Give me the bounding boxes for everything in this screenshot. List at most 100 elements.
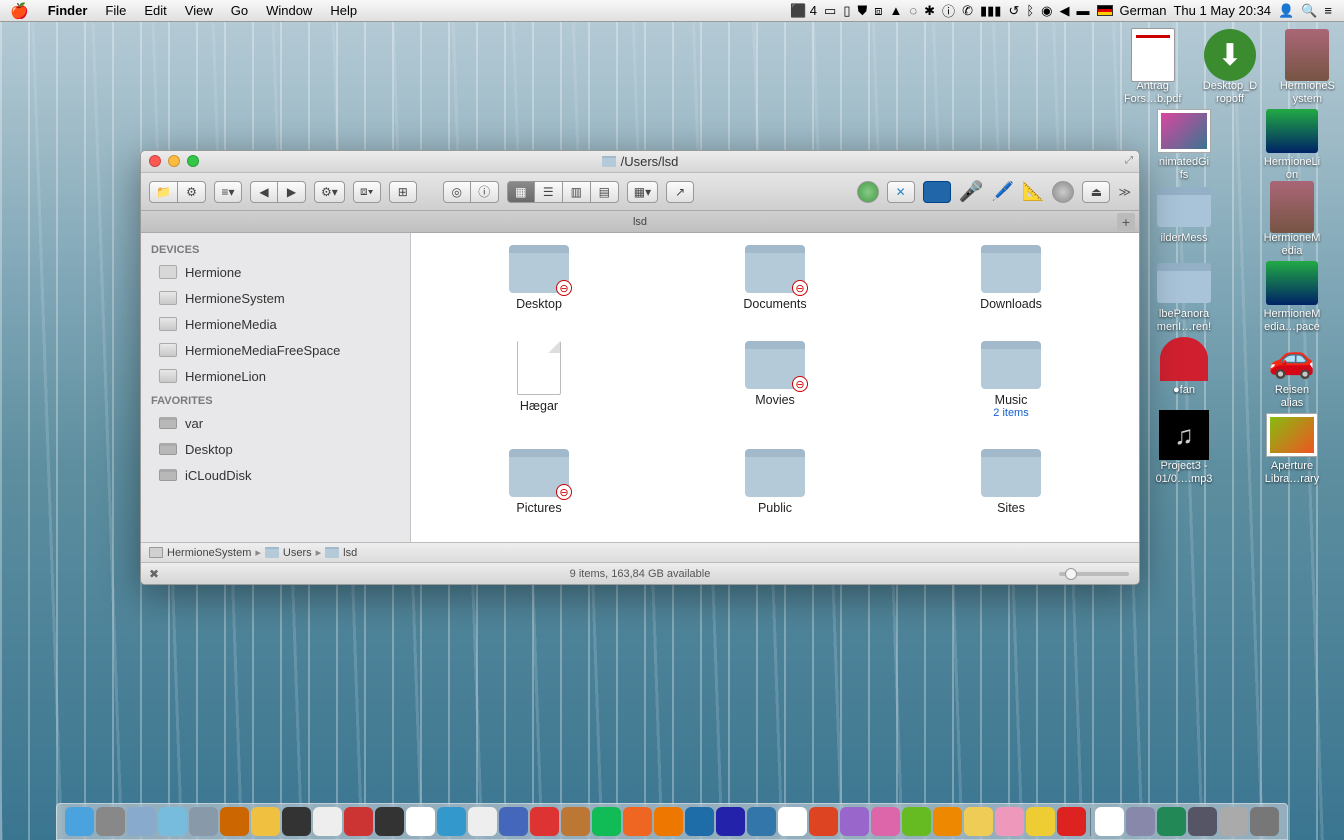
volume-icon[interactable]: ◀ — [1060, 3, 1070, 19]
folder-item[interactable]: Desktop — [474, 245, 604, 311]
list-view-button[interactable]: ☰ — [535, 181, 563, 203]
dock-item[interactable] — [530, 807, 559, 836]
back-button[interactable]: ◀ — [250, 181, 278, 203]
dock-item[interactable] — [1057, 807, 1086, 836]
dock-item[interactable] — [220, 807, 249, 836]
apple-menu[interactable]: 🍎 — [10, 2, 29, 20]
desktop-item[interactable]: AntragFors…b.pdf — [1120, 30, 1185, 106]
folder-item[interactable]: Pictures — [474, 449, 604, 515]
dock-item[interactable] — [96, 807, 125, 836]
path-segment[interactable]: lsd — [325, 547, 357, 559]
coverflow-view-button[interactable]: ▤ — [591, 181, 619, 203]
dock-item[interactable] — [282, 807, 311, 836]
sync-icon[interactable]: ✱ — [924, 3, 935, 19]
desktop-item[interactable]: HermioneLion — [1244, 106, 1340, 182]
smart-folder-button[interactable]: ⚙︎ — [178, 181, 206, 203]
dock-item[interactable] — [189, 807, 218, 836]
desktop-item[interactable]: ApertureLibra…rary — [1244, 410, 1340, 486]
menu-help[interactable]: Help — [321, 3, 366, 18]
folder-content[interactable]: DesktopDocumentsDownloadsHægarMoviesMusi… — [411, 233, 1139, 542]
display-icon[interactable]: ▭ — [824, 3, 836, 19]
dock-item[interactable] — [375, 807, 404, 836]
wifi-icon[interactable]: ◉ — [1041, 3, 1052, 19]
desktop-item[interactable]: ilderMess — [1136, 182, 1232, 258]
dropbox-icon[interactable]: ⧈ — [874, 3, 882, 19]
desktop-item[interactable]: ●fan — [1136, 334, 1232, 410]
dock-item[interactable] — [468, 807, 497, 836]
clock[interactable]: Thu 1 May 20:34 — [1173, 3, 1271, 18]
dock-item[interactable] — [871, 807, 900, 836]
sidebar-item[interactable]: HermioneSystem — [141, 285, 410, 311]
toolbar-overflow[interactable]: ≫ — [1118, 185, 1131, 199]
forward-button[interactable]: ▶ — [278, 181, 306, 203]
folder-item[interactable]: Hægar — [474, 341, 604, 419]
dock-item[interactable] — [437, 807, 466, 836]
menu-file[interactable]: File — [96, 3, 135, 18]
dock-item[interactable] — [1157, 807, 1186, 836]
info-icon[interactable]: ⓘ — [942, 1, 955, 20]
dropbox-button[interactable]: ⧈▾ — [353, 181, 381, 203]
tool-burn[interactable] — [1052, 181, 1074, 203]
path-button[interactable]: ≡▾ — [214, 181, 242, 203]
tool-eject[interactable]: ⏏ — [1082, 181, 1110, 203]
device-icon[interactable]: ▯ — [843, 3, 850, 19]
app-menu[interactable]: Finder — [39, 3, 97, 18]
folder-item[interactable]: Sites — [946, 449, 1076, 515]
dock-item[interactable] — [1095, 807, 1124, 836]
sidebar-item[interactable]: iCLoudDisk — [141, 462, 410, 488]
sidebar-item[interactable]: Hermione — [141, 259, 410, 285]
tool-display[interactable] — [923, 181, 951, 203]
chat-icon[interactable]: ◌ — [909, 3, 917, 18]
desktop-item[interactable]: HermioneSystem — [1275, 30, 1340, 106]
dock-item[interactable] — [623, 807, 652, 836]
phone-icon[interactable]: ✆ — [962, 3, 973, 19]
user-icon[interactable]: 👤 — [1278, 3, 1294, 19]
timemachine-icon[interactable]: ↺ — [1008, 3, 1019, 19]
sidebar-item[interactable]: Desktop — [141, 436, 410, 462]
info-button[interactable]: ⓘ — [471, 181, 499, 203]
dock-item[interactable] — [406, 807, 435, 836]
dock-item[interactable] — [933, 807, 962, 836]
sidebar-item[interactable]: HermioneMedia — [141, 311, 410, 337]
zoom-slider[interactable] — [1059, 572, 1129, 576]
desktop-item[interactable]: ♫Project3 -01/0….mp3 — [1136, 410, 1232, 486]
dock-item[interactable] — [65, 807, 94, 836]
dock-item[interactable] — [685, 807, 714, 836]
dock-item[interactable] — [716, 807, 745, 836]
desktop-item[interactable]: HermioneMedia…pace — [1244, 258, 1340, 334]
notifications-icon[interactable]: ≡ — [1324, 3, 1332, 18]
path-segment[interactable]: Users — [265, 547, 312, 559]
dock-item[interactable] — [313, 807, 342, 836]
folder-item[interactable]: Documents — [710, 245, 840, 311]
dock-item[interactable] — [902, 807, 931, 836]
minimize-button[interactable] — [168, 155, 180, 167]
privacy-button[interactable]: ◎ — [443, 181, 471, 203]
titlebar[interactable]: /Users/lsd ⤢ — [141, 151, 1139, 173]
desktop-item[interactable]: nimatedGifs — [1136, 106, 1232, 182]
menu-view[interactable]: View — [176, 3, 222, 18]
dock-item[interactable] — [592, 807, 621, 836]
desktop-item[interactable]: 🚗Reisenalias — [1244, 334, 1340, 410]
eject-icon[interactable]: ▲ — [890, 3, 903, 18]
connect-button[interactable]: ⊞ — [389, 181, 417, 203]
dock-item[interactable] — [840, 807, 869, 836]
bluetooth-icon[interactable]: ᛒ — [1026, 3, 1034, 18]
fullscreen-button[interactable]: ⤢ — [1125, 155, 1133, 166]
adobe-icon[interactable]: ⬛ 4 — [790, 3, 817, 19]
dock-item[interactable] — [809, 807, 838, 836]
tab-label[interactable]: lsd — [633, 216, 647, 228]
dock-item[interactable] — [995, 807, 1024, 836]
sidebar-item[interactable]: HermioneLion — [141, 363, 410, 389]
dock-item[interactable] — [158, 807, 187, 836]
tool-apps[interactable]: 📐 — [1022, 181, 1044, 202]
desktop-item[interactable]: HermioneMedia — [1244, 182, 1340, 258]
desktop-item[interactable]: ⬇Desktop_Dropoff — [1197, 30, 1262, 106]
battery2-icon[interactable]: ▬ — [1077, 3, 1090, 18]
tool-icon-1[interactable] — [857, 181, 879, 203]
dock-item[interactable] — [964, 807, 993, 836]
action-icon[interactable]: ✖︎ — [149, 567, 159, 581]
folder-item[interactable]: Music2 items — [946, 341, 1076, 419]
tool-mic[interactable]: 🎤 — [959, 179, 984, 204]
folder-item[interactable]: Movies — [710, 341, 840, 419]
menu-go[interactable]: Go — [222, 3, 257, 18]
